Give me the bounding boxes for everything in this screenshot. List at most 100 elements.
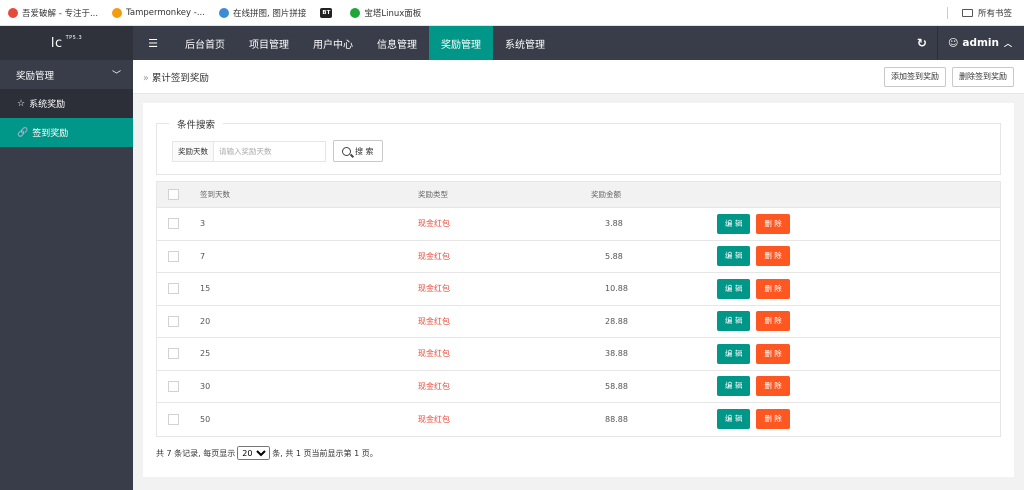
folder-icon <box>961 9 973 17</box>
table-row: 3 现金红包 3.88 编 辑删 除 <box>157 208 1000 241</box>
table-row: 20 现金红包 28.88 编 辑删 除 <box>157 306 1000 338</box>
delete-button[interactable]: 删 除 <box>756 311 790 332</box>
row-checkbox[interactable] <box>167 315 179 327</box>
cell-type: 现金红包 <box>418 316 450 326</box>
table-row: 50 现金红包 88.88 编 辑删 除 <box>157 403 1000 436</box>
top-header: lc TP5.3 ☰ 后台首页 项目管理 用户中心 信息管理 奖励管理 系统管理 … <box>0 26 1024 60</box>
add-reward-button[interactable]: 添加签到奖励 <box>884 67 946 87</box>
pagination-info: 共 7 条记录, 每页显示 20 条, 共 1 页当前显示第 1 页。 <box>156 446 378 460</box>
cell-amount: 88.88 <box>605 414 628 424</box>
cell-type: 现金红包 <box>418 414 450 424</box>
delete-button[interactable]: 删 除 <box>756 246 790 267</box>
cell-amount: 28.88 <box>605 316 628 326</box>
edit-button[interactable]: 编 辑 <box>717 213 751 234</box>
edit-button[interactable]: 编 辑 <box>717 278 751 299</box>
search-label: 奖励天数 <box>172 140 213 162</box>
search-fieldset: 条件搜索 奖励天数 搜 索 <box>156 117 1001 175</box>
cell-days: 3 <box>200 219 206 229</box>
table-row: 7 现金红包 5.88 编 辑删 除 <box>157 241 1000 273</box>
cell-type: 现金红包 <box>418 381 450 391</box>
cell-days: 25 <box>200 349 211 359</box>
cell-type: 现金红包 <box>418 219 450 229</box>
nav-projects[interactable]: 项目管理 <box>237 26 301 60</box>
bookmark-1[interactable]: Tampermonkey -... <box>112 7 205 18</box>
edit-button[interactable]: 编 辑 <box>717 409 751 430</box>
table-header: 签到天数 奖励类型 奖励金额 <box>157 182 1000 208</box>
user-menu[interactable]: ☺ admin ︿ <box>938 37 1024 49</box>
page-title: » 累计签到奖励 <box>143 72 209 84</box>
puzzle-icon <box>218 7 229 18</box>
nav-home[interactable]: 后台首页 <box>173 26 237 60</box>
table-row: 15 现金红包 10.88 编 辑删 除 <box>157 273 1000 306</box>
cell-amount: 38.88 <box>605 349 628 359</box>
nav-users[interactable]: 用户中心 <box>301 26 365 60</box>
content-card: 条件搜索 奖励天数 搜 索 签到天数 奖励类型 奖励金额 3 现金红包 3.88 编 … <box>143 103 1014 477</box>
cell-type: 现金红包 <box>418 349 450 359</box>
cell-days: 30 <box>200 381 211 391</box>
header-amount: 奖励金额 <box>591 190 621 199</box>
table-row: 25 现金红包 38.88 编 辑删 除 <box>157 338 1000 371</box>
cell-days: 7 <box>200 251 206 261</box>
bookmarks-bar: 吾爱破解 - 专注于... Tampermonkey -... 在线拼图, 图片… <box>0 0 1024 26</box>
cell-amount: 58.88 <box>605 381 628 391</box>
logo: lc TP5.3 <box>0 26 133 60</box>
delete-button[interactable]: 删 除 <box>756 376 790 397</box>
bookmark-3[interactable]: BT <box>320 7 336 18</box>
delete-button[interactable]: 删 除 <box>756 278 790 299</box>
table-row: 30 现金红包 58.88 编 辑删 除 <box>157 371 1000 403</box>
cell-days: 15 <box>200 284 211 294</box>
double-chevron-icon: » <box>143 72 149 84</box>
bookmark-0[interactable]: 吾爱破解 - 专注于... <box>8 7 98 19</box>
search-icon <box>342 146 351 156</box>
cell-amount: 5.88 <box>605 251 623 261</box>
cell-days: 20 <box>200 316 211 326</box>
search-legend: 条件搜索 <box>169 117 224 131</box>
star-icon: ☆ <box>17 98 26 109</box>
row-checkbox[interactable] <box>167 413 179 425</box>
rewards-table: 签到天数 奖励类型 奖励金额 3 现金红包 3.88 编 辑删 除 7 现金红包 5.88 编… <box>156 181 1001 437</box>
shield-icon <box>350 7 361 18</box>
delete-button[interactable]: 删 除 <box>756 213 790 234</box>
cell-days: 50 <box>200 414 211 424</box>
search-button[interactable]: 搜 索 <box>333 140 383 162</box>
row-checkbox[interactable] <box>167 283 179 295</box>
cell-type: 现金红包 <box>418 251 450 261</box>
select-all-checkbox[interactable] <box>167 189 179 200</box>
row-checkbox[interactable] <box>167 250 179 262</box>
breadcrumb: » 累计签到奖励 添加签到奖励 删除签到奖励 <box>133 60 1024 94</box>
site-favicon-icon <box>8 7 18 18</box>
delete-button[interactable]: 删 除 <box>756 409 790 430</box>
refresh-icon[interactable]: ↻ <box>907 36 937 50</box>
bookmark-4[interactable]: 宝塔Linux面板 <box>350 7 421 19</box>
search-input[interactable] <box>213 140 326 162</box>
menu-toggle-icon[interactable]: ☰ <box>133 26 173 60</box>
delete-button[interactable]: 删 除 <box>756 343 790 364</box>
nav-info[interactable]: 信息管理 <box>365 26 429 60</box>
header-type: 奖励类型 <box>418 190 448 199</box>
delete-reward-button[interactable]: 删除签到奖励 <box>952 67 1014 87</box>
edit-button[interactable]: 编 辑 <box>717 311 751 332</box>
bt-icon: BT <box>320 7 333 18</box>
row-checkbox[interactable] <box>167 218 179 230</box>
link-icon: 🔗 <box>17 127 29 138</box>
row-checkbox[interactable] <box>167 348 179 360</box>
bookmarks-divider <box>947 7 948 19</box>
bookmark-2[interactable]: 在线拼图, 图片拼接 <box>218 7 306 19</box>
chevron-down-icon: ﹀ <box>111 71 121 81</box>
header-days: 签到天数 <box>200 190 230 199</box>
nav-system[interactable]: 系统管理 <box>493 26 557 60</box>
nav-rewards[interactable]: 奖励管理 <box>429 26 493 60</box>
row-checkbox[interactable] <box>167 380 179 392</box>
edit-button[interactable]: 编 辑 <box>717 376 751 397</box>
page-size-select[interactable]: 20 <box>237 446 271 460</box>
sidebar-group-rewards[interactable]: 奖励管理 ﹀ <box>0 60 133 89</box>
sidebar-item-system-rewards[interactable]: ☆ 系统奖励 <box>0 89 133 118</box>
sidebar-item-checkin-rewards[interactable]: 🔗 签到奖励 <box>0 118 133 147</box>
all-bookmarks-button[interactable]: 所有书签 <box>961 0 1012 26</box>
edit-button[interactable]: 编 辑 <box>717 246 751 267</box>
cell-amount: 10.88 <box>605 284 628 294</box>
tampermonkey-icon <box>112 7 123 18</box>
user-icon: ☺ <box>947 37 959 49</box>
edit-button[interactable]: 编 辑 <box>717 343 751 364</box>
cell-amount: 3.88 <box>605 219 623 229</box>
